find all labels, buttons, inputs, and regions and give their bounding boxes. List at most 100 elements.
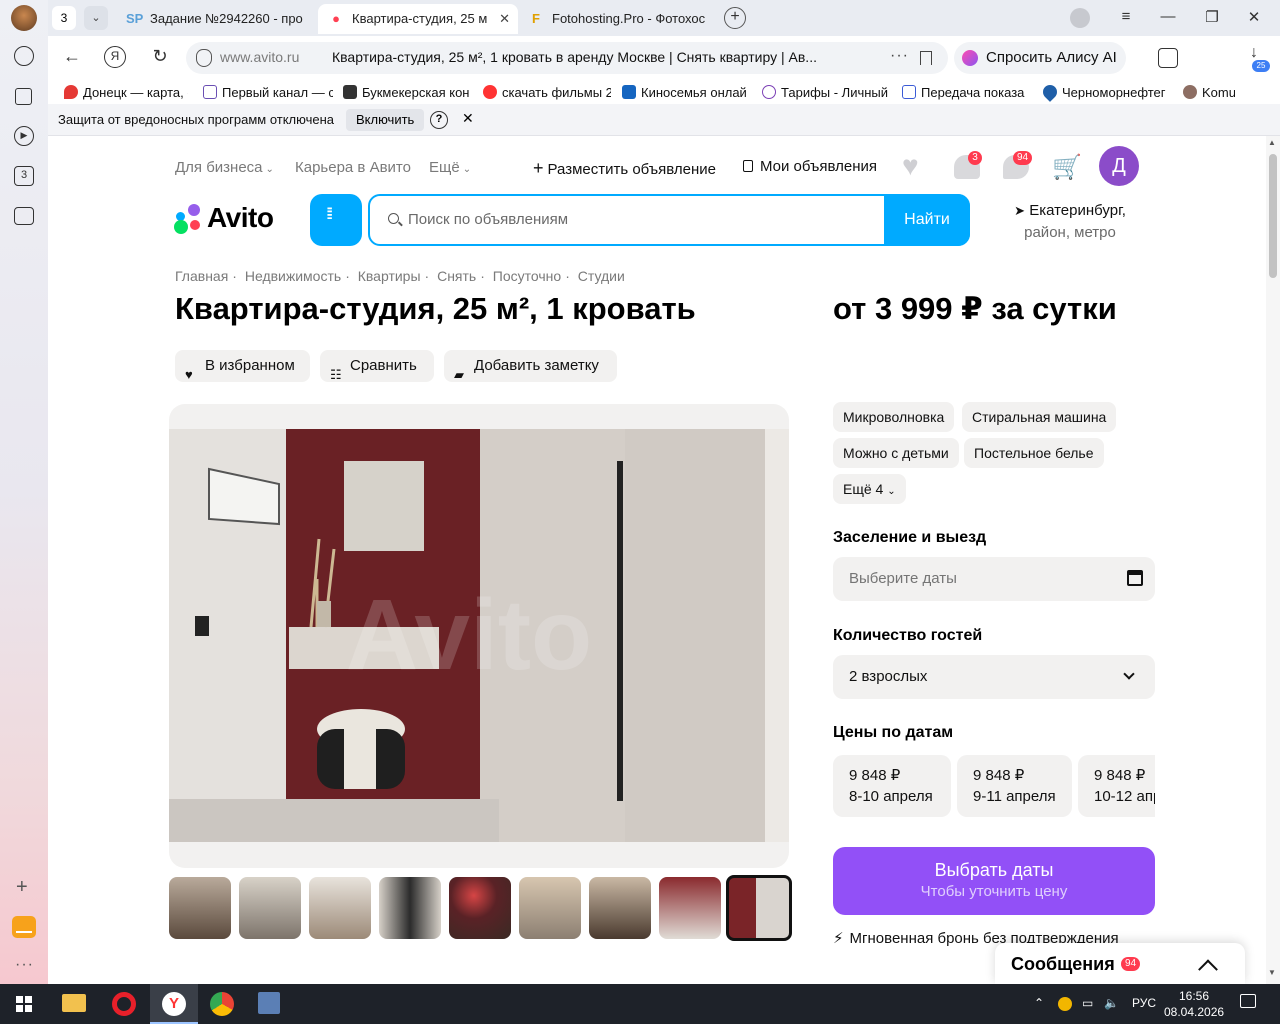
back-icon[interactable]: ← xyxy=(60,46,84,67)
new-tab-button[interactable]: + xyxy=(724,7,746,29)
screenshot-icon[interactable] xyxy=(14,207,34,225)
page-menu-icon[interactable]: ··· xyxy=(890,47,909,65)
breadcrumb-item[interactable]: Снять xyxy=(437,268,476,284)
thumbnail[interactable] xyxy=(589,877,651,939)
volume-icon[interactable]: 🔈 xyxy=(1104,996,1119,1010)
close-notice-icon[interactable]: ✕ xyxy=(462,110,474,127)
breadcrumb-item[interactable]: Главная xyxy=(175,268,228,284)
extensions-icon[interactable] xyxy=(1158,48,1178,68)
my-ads-link[interactable]: Мои объявления xyxy=(743,158,877,175)
menu-icon[interactable]: ≡ xyxy=(1116,8,1136,25)
date-price-card[interactable]: 9 848 ₽ 8-10 апреля xyxy=(833,755,951,817)
breadcrumb-item[interactable]: Студии xyxy=(578,268,625,284)
breadcrumb-item[interactable]: Квартиры xyxy=(358,268,421,284)
reload-icon[interactable]: ↻ xyxy=(148,46,172,67)
favorites-heart-icon[interactable]: ♥ xyxy=(902,152,919,180)
more-amenities-button[interactable]: Ещё 4 ⌄ xyxy=(833,474,906,504)
help-icon[interactable]: ? xyxy=(430,111,448,129)
location-selector[interactable]: ➤ Екатеринбург, район, метро xyxy=(1000,200,1140,244)
bookmark-item[interactable]: Тарифы - Личный xyxy=(762,84,890,102)
thumbnail[interactable] xyxy=(519,877,581,939)
thumbnail-selected[interactable] xyxy=(726,875,792,941)
chrome-icon[interactable] xyxy=(210,992,234,1016)
messages-widget[interactable]: Сообщения 94 xyxy=(995,943,1245,984)
date-picker-field[interactable]: Выберите даты xyxy=(833,557,1155,601)
mail-icon[interactable] xyxy=(12,916,36,938)
shield-icon[interactable] xyxy=(196,49,212,67)
opera-icon[interactable] xyxy=(112,992,136,1016)
chevron-up-icon[interactable] xyxy=(1198,959,1218,980)
network-icon[interactable]: ▭ xyxy=(1082,996,1093,1010)
avito-logo-text[interactable]: Avito xyxy=(207,202,274,234)
more-link[interactable]: Ещё ⌄ xyxy=(429,159,471,176)
profile-avatar[interactable] xyxy=(11,5,37,31)
search-button[interactable]: Найти xyxy=(884,194,970,246)
thumbnail[interactable] xyxy=(169,877,231,939)
choose-dates-button[interactable]: Выбрать даты Чтобы уточнить цену xyxy=(833,847,1155,915)
bookmark-icon[interactable] xyxy=(920,51,932,65)
compare-button[interactable]: ☷ Сравнить xyxy=(320,350,434,382)
address-bar[interactable]: www.avito.ru Квартира-студия, 25 м², 1 к… xyxy=(186,42,948,74)
windows-start-icon[interactable] xyxy=(16,996,32,1012)
bookmark-item[interactable]: скачать фильмы 2 xyxy=(483,84,611,102)
thumbnail[interactable] xyxy=(379,877,441,939)
play-icon[interactable]: ▶ xyxy=(14,126,34,146)
tab-task[interactable]: SP Задание №2942260 - про xyxy=(126,4,306,34)
file-explorer-icon[interactable] xyxy=(62,994,86,1012)
search-input[interactable]: Поиск по объявлениям Найти xyxy=(368,194,970,246)
date-price-card[interactable]: 9 848 ₽ 10-12 апреля xyxy=(1078,755,1155,817)
close-window-icon[interactable]: ✕ xyxy=(1244,8,1264,26)
bookmark-item[interactable]: Донецк — карта, с xyxy=(64,84,188,102)
cart-icon[interactable]: 🛒 xyxy=(1052,155,1082,181)
add-note-button[interactable]: ▰ Добавить заметку xyxy=(444,350,617,382)
app-icon[interactable] xyxy=(258,992,280,1014)
favorite-button[interactable]: ♥ В избранном xyxy=(175,350,310,382)
more-icon[interactable]: ··· xyxy=(15,956,34,974)
add-panel-icon[interactable]: + xyxy=(16,876,28,899)
breadcrumb-item[interactable]: Посуточно xyxy=(493,268,561,284)
yandex-icon[interactable]: Я xyxy=(104,46,126,68)
thumbnail[interactable] xyxy=(449,877,511,939)
main-photo[interactable]: Avito xyxy=(169,429,789,842)
minimize-icon[interactable]: — xyxy=(1158,8,1178,25)
tab-list-dropdown[interactable]: ⌄ xyxy=(84,6,108,30)
tray-chevron-up-icon[interactable]: ⌃ xyxy=(1034,996,1044,1010)
post-ad-link[interactable]: + Разместить объявление xyxy=(533,158,716,179)
yandex-browser-icon[interactable]: Y xyxy=(162,992,186,1016)
breadcrumb-item[interactable]: Недвижимость xyxy=(245,268,341,284)
close-icon[interactable]: ✕ xyxy=(499,4,510,34)
bookmark-item[interactable]: Передача показа xyxy=(902,84,1030,102)
careers-link[interactable]: Карьера в Авито xyxy=(295,159,411,176)
guests-select[interactable]: 2 взрослых xyxy=(833,655,1155,699)
scroll-up-icon[interactable]: ▲ xyxy=(1268,138,1276,147)
user-avatar[interactable]: Д xyxy=(1099,146,1139,186)
collections-icon[interactable] xyxy=(15,88,32,105)
bookmark-item[interactable]: Черноморнефтег xyxy=(1043,84,1171,102)
avito-logo-icon[interactable] xyxy=(174,204,204,234)
for-business-link[interactable]: Для бизнеса ⌄ xyxy=(175,159,274,176)
notifications-center-icon[interactable] xyxy=(1240,994,1256,1008)
clock[interactable]: 16:56 08.04.2026 xyxy=(1164,988,1224,1020)
restore-icon[interactable]: ❐ xyxy=(1202,8,1222,26)
bookmark-item[interactable]: Komu xyxy=(1183,84,1235,102)
thumbnail[interactable] xyxy=(239,877,301,939)
date-price-card[interactable]: 9 848 ₽ 9-11 апреля xyxy=(957,755,1072,817)
bookmark-item[interactable]: Киносемья онлай xyxy=(622,84,750,102)
scrollbar-thumb[interactable] xyxy=(1269,154,1277,278)
enable-protection-button[interactable]: Включить xyxy=(346,109,425,131)
photo-gallery[interactable]: Avito xyxy=(169,404,789,868)
language-indicator[interactable]: РУС xyxy=(1132,996,1156,1010)
tab-counter[interactable]: 3 xyxy=(52,6,76,30)
tab-fotohosting[interactable]: F Fotohosting.Pro - Фотохос xyxy=(528,4,712,34)
scroll-down-icon[interactable]: ▼ xyxy=(1268,968,1276,977)
ask-alice-button[interactable]: Спросить Алису AI xyxy=(954,42,1126,74)
tab-avito[interactable]: ● Квартира-студия, 25 м ✕ xyxy=(318,4,518,34)
bookmark-item[interactable]: Первый канал — с xyxy=(203,84,333,102)
thumbnail[interactable] xyxy=(659,877,721,939)
tabs-count-icon[interactable]: 3 xyxy=(14,166,34,186)
history-icon[interactable] xyxy=(14,46,34,66)
bookmark-item[interactable]: Букмекерская кон xyxy=(343,84,471,102)
tray-app-icon[interactable] xyxy=(1058,997,1072,1011)
account-icon[interactable] xyxy=(1070,8,1090,28)
thumbnail[interactable] xyxy=(309,877,371,939)
